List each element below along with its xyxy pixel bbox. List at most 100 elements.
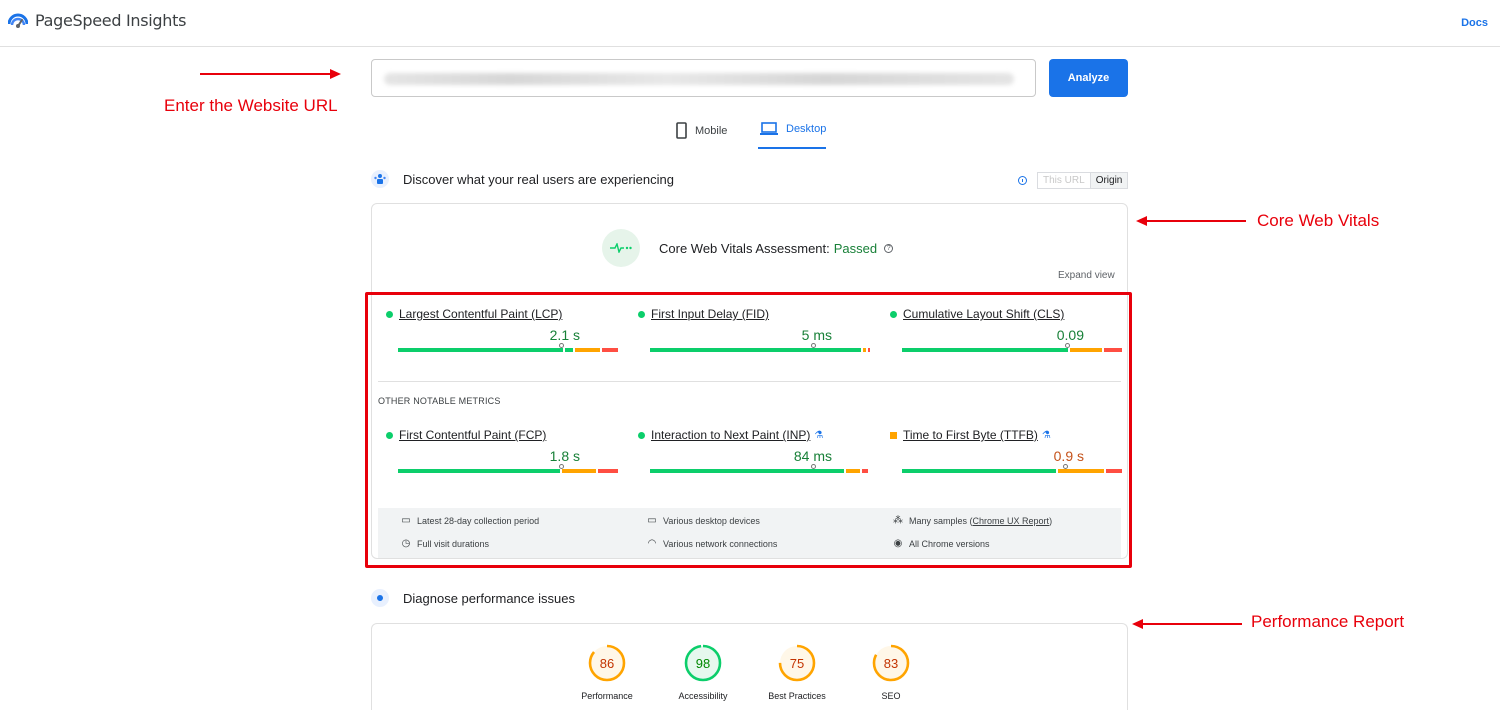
- metric-fid-marker: [811, 343, 816, 348]
- docs-link[interactable]: Docs: [1461, 17, 1488, 29]
- field-data-heading-text: Discover what your real users are experi…: [403, 171, 674, 187]
- analyze-button[interactable]: Analyze: [1049, 59, 1128, 97]
- gauge-performance-label: Performance: [581, 691, 633, 701]
- gauge-accessibility[interactable]: 98 Accessibility: [658, 643, 748, 701]
- stopwatch-icon: ◷: [401, 538, 411, 549]
- gauge-best-practices-label: Best Practices: [768, 691, 826, 701]
- info-samples: ⁂ Many samples (Chrome UX Report): [893, 515, 1052, 526]
- gauge-seo-ring: 83: [871, 643, 911, 683]
- laptop-icon: [760, 122, 778, 136]
- toggle-origin[interactable]: Origin: [1090, 173, 1128, 188]
- info-network: ◠ Various network connections: [647, 538, 778, 549]
- good-status-icon: [386, 310, 393, 318]
- metric-fid-distribution: [650, 348, 870, 352]
- info-durations-text: Full visit durations: [417, 538, 490, 549]
- help-icon[interactable]: ?: [884, 243, 894, 253]
- metric-lcp-name: Largest Contentful Paint (LCP): [399, 307, 563, 321]
- info-durations: ◷ Full visit durations: [401, 538, 489, 549]
- gauge-seo-score: 83: [883, 655, 899, 671]
- metric-lcp-distribution: [398, 348, 618, 352]
- blurred-url-text: [384, 73, 1014, 85]
- mobile-phone-icon: [676, 122, 687, 139]
- metric-inp-label[interactable]: Interaction to Next Paint (INP) ⚗: [638, 428, 872, 442]
- info-versions-text: All Chrome versions: [909, 538, 990, 549]
- metric-cls-value: 0.09: [1056, 327, 1084, 343]
- calendar-icon: ▭: [401, 515, 411, 526]
- pagespeed-logo[interactable]: PageSpeed Insights: [8, 11, 186, 30]
- field-data-heading: Discover what your real users are experi…: [371, 170, 674, 188]
- metric-ttfb-value: 0.9 s: [1053, 448, 1084, 464]
- gauge-performance[interactable]: 86 Performance: [562, 643, 652, 701]
- metric-inp: Interaction to Next Paint (INP) ⚗ 84 ms: [638, 428, 872, 473]
- metric-cls-marker: [1065, 343, 1070, 348]
- gauge-seo[interactable]: 83 SEO: [846, 643, 936, 701]
- metric-cls-name: Cumulative Layout Shift (CLS): [903, 307, 1065, 321]
- gauge-performance-score: 86: [599, 655, 615, 671]
- pagespeed-logo-icon: [8, 13, 28, 28]
- gauge-accessibility-ring: 98: [683, 643, 723, 683]
- good-status-icon: [638, 310, 645, 318]
- good-status-icon: [638, 431, 645, 439]
- metric-fid-value: 5 ms: [801, 327, 832, 343]
- metric-fcp-marker: [559, 464, 564, 469]
- annotation-arrow-enter-url: [200, 73, 330, 75]
- info-network-text: Various network connections: [663, 538, 778, 549]
- diagnose-heading-text: Diagnose performance issues: [403, 590, 575, 606]
- gauge-accessibility-score: 98: [695, 655, 711, 671]
- chrome-icon: ◉: [893, 538, 903, 549]
- url-input[interactable]: [371, 59, 1036, 97]
- good-status-icon: [890, 310, 897, 318]
- tab-desktop-label: Desktop: [786, 123, 827, 135]
- url-origin-toggle: This URL Origin: [1037, 172, 1129, 189]
- cwv-assessment: Core Web Vitals Assessment: Passed ?: [602, 229, 894, 267]
- metric-fid: First Input Delay (FID) 5 ms: [638, 307, 872, 352]
- app-title: PageSpeed Insights: [35, 11, 187, 30]
- metrics-divider: [378, 381, 1121, 382]
- gauge-best-practices[interactable]: 75 Best Practices: [752, 643, 842, 701]
- url-origin-toggle-wrap: This URL Origin: [1018, 172, 1129, 189]
- tab-mobile[interactable]: Mobile: [676, 122, 727, 139]
- gauge-performance-ring: 86: [587, 643, 627, 683]
- metric-fid-label[interactable]: First Input Delay (FID): [638, 307, 872, 321]
- users-icon: [371, 170, 389, 188]
- performance-card: [371, 623, 1128, 710]
- cwv-assessment-label: Core Web Vitals Assessment:: [659, 240, 830, 256]
- metric-lcp-value: 2.1 s: [549, 327, 580, 343]
- tab-desktop-indicator: [758, 147, 826, 149]
- tab-desktop[interactable]: Desktop: [760, 122, 826, 136]
- tab-mobile-label: Mobile: [695, 124, 728, 137]
- flask-icon: ⚗: [814, 429, 824, 441]
- expand-view-link[interactable]: Expand view: [1058, 270, 1115, 281]
- annotation-enter-url: Enter the Website URL: [164, 96, 338, 115]
- metric-ttfb-name: Time to First Byte (TTFB): [903, 428, 1038, 442]
- metric-fcp-label[interactable]: First Contentful Paint (FCP): [386, 428, 620, 442]
- metric-lcp-label[interactable]: Largest Contentful Paint (LCP): [386, 307, 620, 321]
- annotation-core-web-vitals: Core Web Vitals: [1257, 211, 1380, 230]
- metric-lcp: Largest Contentful Paint (LCP) 2.1 s: [386, 307, 620, 352]
- samples-icon: ⁂: [893, 515, 903, 526]
- gauge-seo-label: SEO: [881, 691, 901, 701]
- metric-lcp-marker: [559, 343, 564, 348]
- pulse-icon: [602, 229, 640, 267]
- info-collection-period: ▭ Latest 28-day collection period: [401, 515, 539, 526]
- metric-ttfb: Time to First Byte (TTFB) ⚗ 0.9 s: [890, 428, 1124, 473]
- diagnose-heading: Diagnose performance issues: [371, 589, 575, 607]
- metric-cls: Cumulative Layout Shift (CLS) 0.09: [890, 307, 1124, 352]
- metric-cls-label[interactable]: Cumulative Layout Shift (CLS): [890, 307, 1124, 321]
- gauge-best-practices-score: 75: [789, 655, 805, 671]
- metric-fcp-distribution: [398, 469, 618, 473]
- annotation-performance-report: Performance Report: [1251, 612, 1405, 631]
- info-devices-text: Various desktop devices: [663, 515, 760, 526]
- gauge-accessibility-label: Accessibility: [678, 691, 728, 701]
- metric-fcp-name: First Contentful Paint (FCP): [399, 428, 547, 442]
- metric-ttfb-label[interactable]: Time to First Byte (TTFB) ⚗: [890, 428, 1124, 442]
- metric-inp-distribution: [650, 469, 870, 473]
- info-samples-suffix: ): [1049, 515, 1053, 526]
- metric-fcp: First Contentful Paint (FCP) 1.8 s: [386, 428, 620, 473]
- info-icon[interactable]: [1018, 176, 1027, 185]
- toggle-this-url[interactable]: This URL: [1038, 173, 1091, 188]
- flask-icon: ⚗: [1041, 429, 1051, 441]
- gauge-best-practices-ring: 75: [777, 643, 817, 683]
- metric-inp-marker: [811, 464, 816, 469]
- chrome-ux-report-link[interactable]: Chrome UX Report: [973, 516, 1050, 526]
